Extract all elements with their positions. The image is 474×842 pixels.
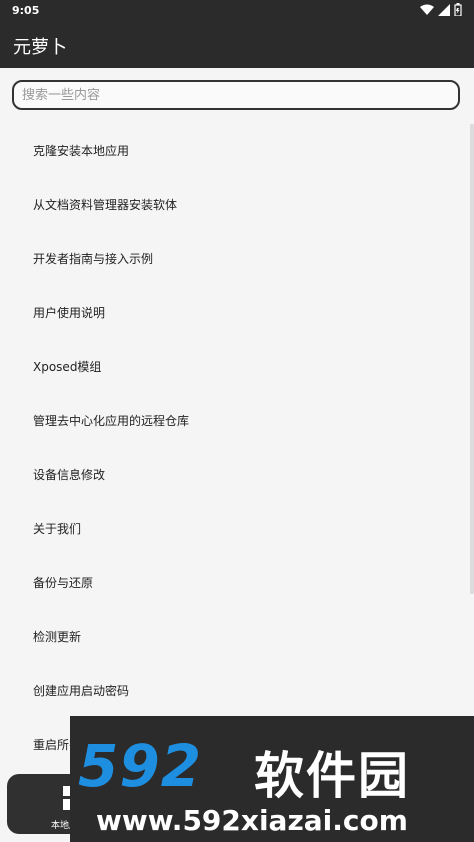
battery-icon xyxy=(454,3,462,16)
menu-item-user-manual[interactable]: 用户使用说明 xyxy=(0,286,470,340)
menu-item-device-info[interactable]: 设备信息修改 xyxy=(0,448,470,502)
wifi-icon xyxy=(420,4,434,15)
menu-item-developer-guide[interactable]: 开发者指南与接入示例 xyxy=(0,232,470,286)
menu-item-backup-restore[interactable]: 备份与还原 xyxy=(0,556,470,610)
search-input[interactable] xyxy=(12,80,460,110)
menu-item-install-from-files[interactable]: 从文档资料管理器安装软体 xyxy=(0,178,470,232)
menu-item-clone-install[interactable]: 克隆安装本地应用 xyxy=(0,124,470,178)
scrollbar[interactable] xyxy=(470,124,474,594)
watermark-logo-number: 592 xyxy=(78,732,203,800)
menu-item-remote-repos[interactable]: 管理去中心化应用的远程仓库 xyxy=(0,394,470,448)
menu-item-launch-password[interactable]: 创建应用启动密码 xyxy=(0,664,470,718)
menu-item-about-us[interactable]: 关于我们 xyxy=(0,502,470,556)
status-bar: 9:05 xyxy=(0,0,474,22)
watermark: 592 软件园 www.592xiazai.com xyxy=(70,716,474,842)
signal-icon xyxy=(438,3,450,16)
menu-item-xposed-modules[interactable]: Xposed模组 xyxy=(0,340,470,394)
app-title: 元萝卜 xyxy=(13,37,67,58)
status-time: 9:05 xyxy=(12,4,40,17)
menu-item-check-update[interactable]: 检测更新 xyxy=(0,610,470,664)
app-bar: 元萝卜 xyxy=(0,22,474,68)
status-icons xyxy=(420,3,462,16)
menu-list: 克隆安装本地应用 从文档资料管理器安装软体 开发者指南与接入示例 用户使用说明 … xyxy=(0,124,470,772)
watermark-url: www.592xiazai.com xyxy=(96,804,408,837)
watermark-logo-text: 软件园 xyxy=(254,747,410,805)
